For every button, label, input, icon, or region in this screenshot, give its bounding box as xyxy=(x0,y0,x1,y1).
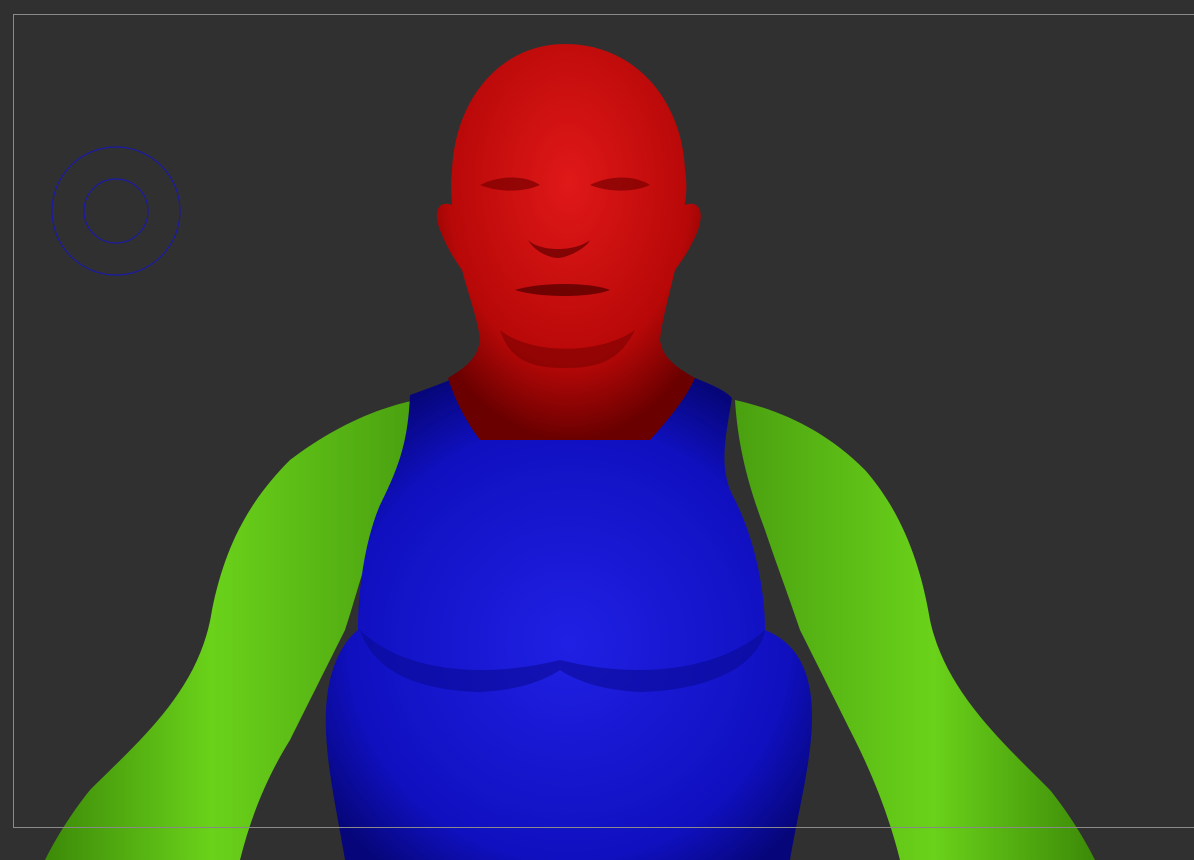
brush-cursor-icon xyxy=(51,146,181,276)
polygroup-head[interactable] xyxy=(436,44,701,440)
3d-viewport[interactable] xyxy=(0,0,1194,860)
sculpt-model[interactable] xyxy=(0,0,1194,860)
